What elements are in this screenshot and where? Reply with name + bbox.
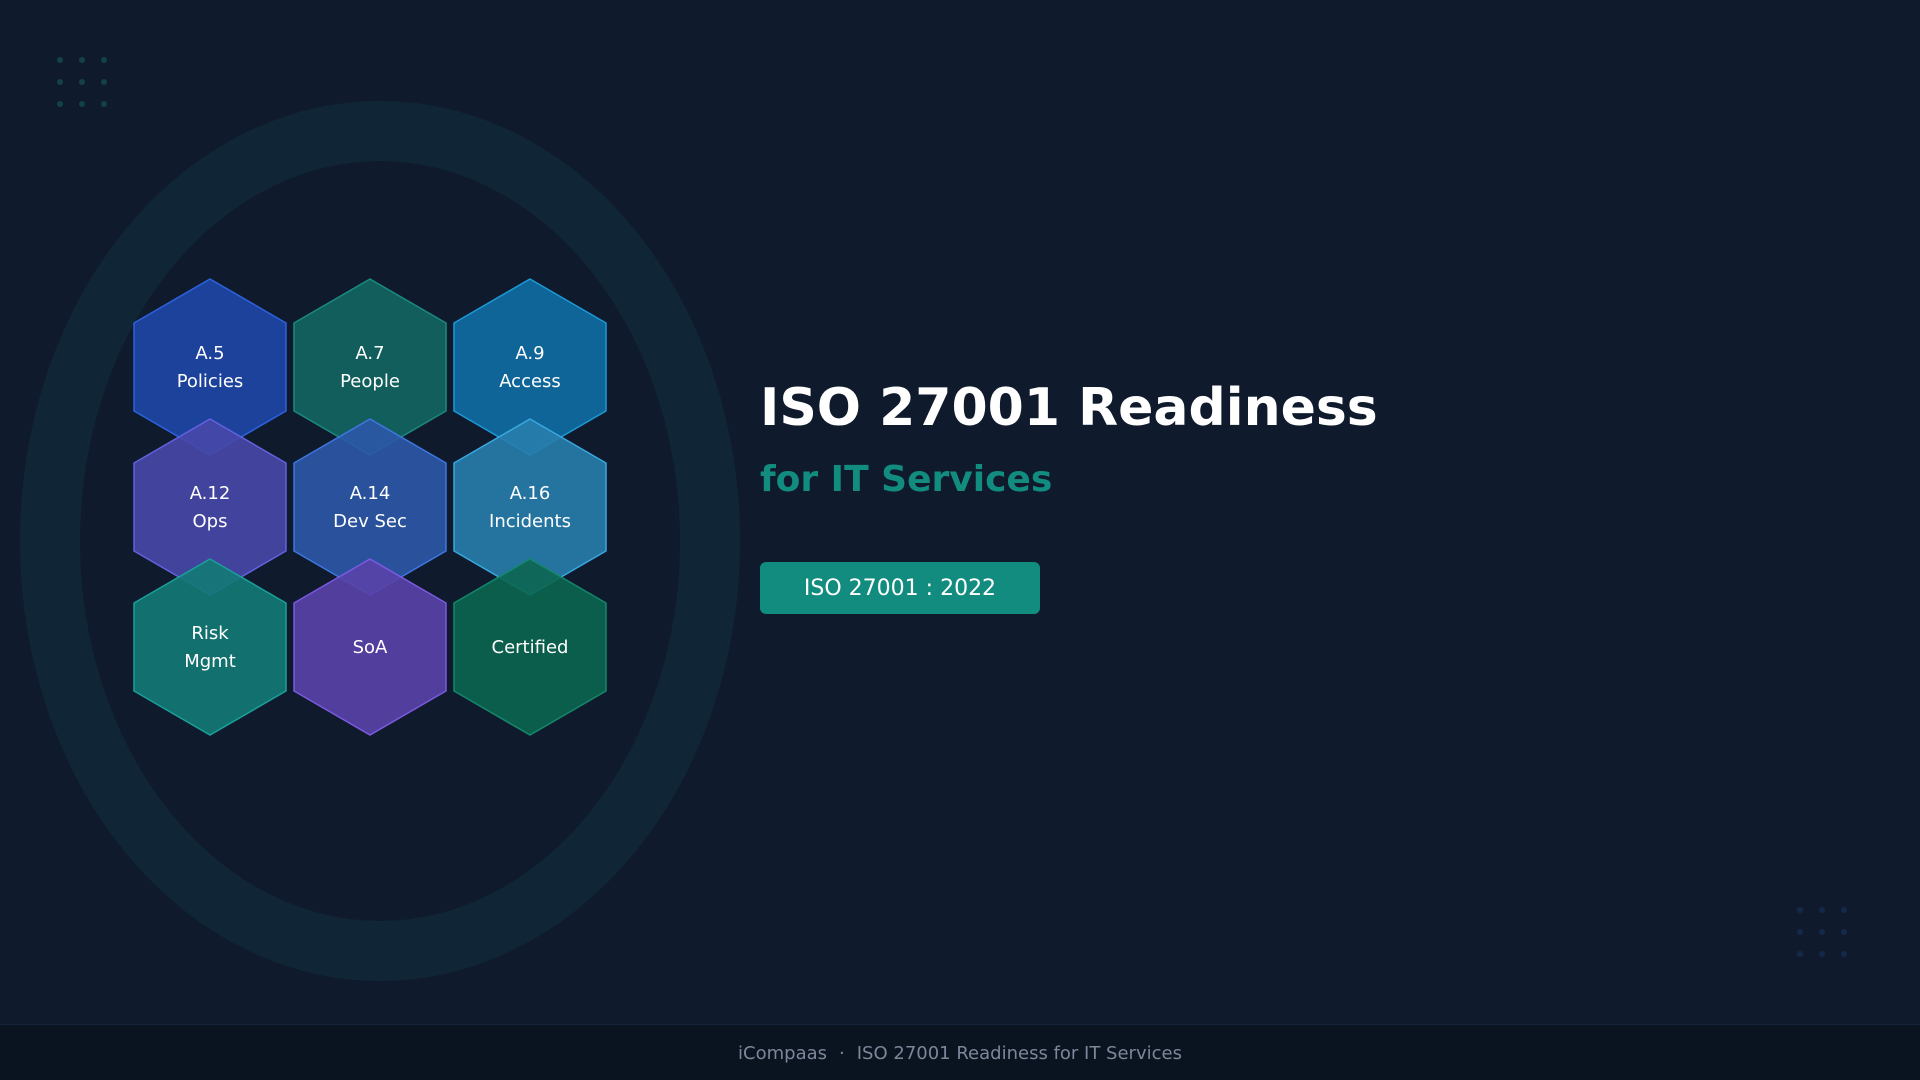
decoration-dot: [101, 101, 107, 107]
hexagon-label: Dev Sec: [333, 511, 407, 532]
hexagon-label: A.9: [515, 343, 544, 364]
standard-badge: ISO 27001 : 2022: [760, 562, 1040, 614]
hexagon-label: Certified: [492, 637, 569, 658]
decoration-dot: [57, 101, 63, 107]
page-title: ISO 27001 Readiness: [760, 378, 1378, 438]
decoration-dot: [1841, 907, 1847, 913]
decoration-dot: [101, 79, 107, 85]
decoration-dot: [57, 79, 63, 85]
hexagon-label: People: [340, 371, 400, 392]
hexagon-label: A.5: [195, 343, 224, 364]
hexagon-tile: SoA: [293, 558, 447, 736]
decoration-dot: [1819, 907, 1825, 913]
decoration-dot: [1797, 907, 1803, 913]
dot-grid-decoration: [1797, 907, 1847, 957]
decoration-dot: [1797, 929, 1803, 935]
hexagon-tile: Certified: [453, 558, 607, 736]
decoration-layer: A.5 Policies A.7 People A.9 Access A.12 Ops A.14…: [20, 57, 1847, 981]
hexagon-shape: [133, 558, 287, 736]
footer-separator: ·: [839, 1042, 845, 1064]
hexagon-label: Ops: [193, 511, 228, 532]
footer-brand: iCompaas: [738, 1042, 828, 1064]
hexagon-label: Risk: [191, 623, 229, 644]
decoration-dot: [1819, 951, 1825, 957]
hexagon-tile: Risk Mgmt: [133, 558, 287, 736]
decoration-dot: [1841, 951, 1847, 957]
hexagon-label: Mgmt: [184, 651, 236, 672]
page-subtitle: for IT Services: [760, 459, 1053, 500]
hexagon-label: Policies: [177, 371, 244, 392]
hexagon-label: A.14: [350, 483, 391, 504]
decoration-dot: [57, 57, 63, 63]
footer: iCompaas · ISO 27001 Readiness for IT Se…: [0, 1024, 1920, 1080]
hexagon-label: A.16: [510, 483, 551, 504]
decoration-dot: [79, 79, 85, 85]
hexagon-label: Access: [499, 371, 561, 392]
decoration-dot: [1819, 929, 1825, 935]
dot-grid-decoration: [57, 57, 107, 107]
hexagon-grid: A.5 Policies A.7 People A.9 Access A.12 Ops A.14…: [133, 278, 607, 736]
hexagon-label: A.12: [190, 483, 231, 504]
decoration-dot: [79, 101, 85, 107]
slide: A.5 Policies A.7 People A.9 Access A.12 Ops A.14…: [0, 0, 1920, 1080]
decoration-dot: [79, 57, 85, 63]
footer-text: ISO 27001 Readiness for IT Services: [856, 1042, 1182, 1064]
hexagon-label: Incidents: [489, 511, 571, 532]
hexagon-label: A.7: [355, 343, 384, 364]
decoration-dot: [101, 57, 107, 63]
decoration-dot: [1841, 929, 1847, 935]
hexagon-label: SoA: [353, 637, 388, 658]
decoration-dot: [1797, 951, 1803, 957]
